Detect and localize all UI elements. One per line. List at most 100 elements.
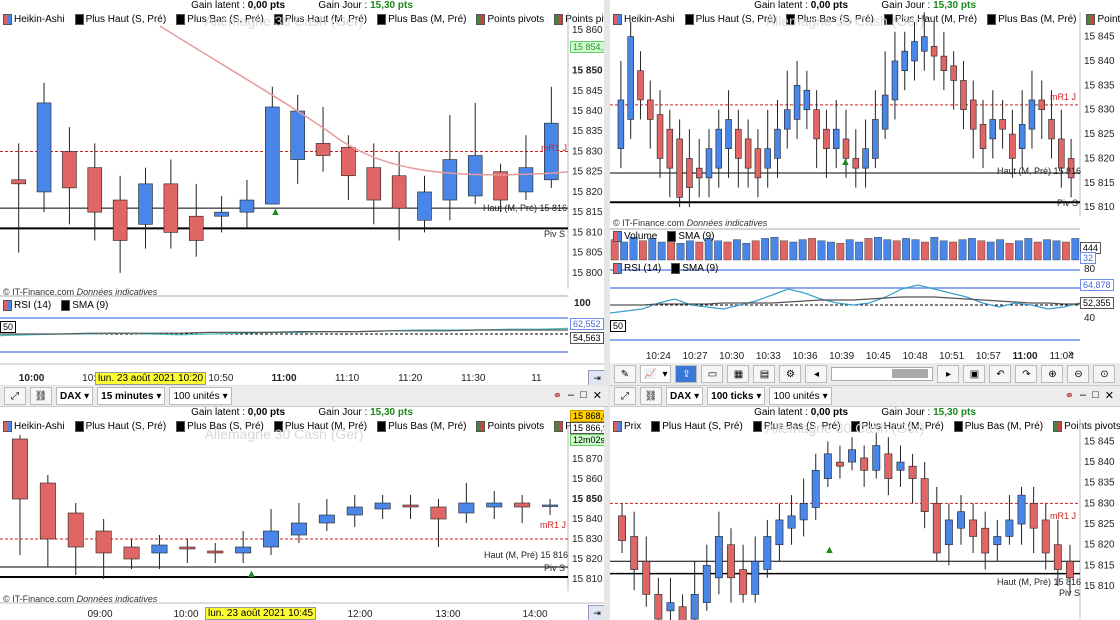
price-chart-top-left[interactable]: Allemagne 30 Cash (Ger) 15 860 15 850 15 84… [0,0,604,385]
bullish-candle [1018,124,1026,149]
volume-bar [761,238,769,261]
bullish-candle [214,211,229,217]
bullish-candle [265,106,280,205]
y-tick-label: 15 805 [572,248,603,259]
bullish-candle [518,167,534,193]
bearish-candle [62,151,77,189]
y-tick-label: 15 825 [1084,519,1115,530]
chart-pane-top-right[interactable]: Gain latent : 0,00 pts Gain Jour : 15,30… [610,0,1120,363]
legend-rsi[interactable]: RSI (14) [610,262,664,275]
bearish-candle [642,560,651,595]
chart-pane-bottom-left[interactable]: Gain latent : 0,00 pts Gain Jour : 15,30… [0,407,604,620]
bearish-candle [1058,138,1065,169]
volume-bar [996,239,1004,261]
timeframe-select[interactable]: 15 minutes ▾ [97,387,166,405]
y-tick-label: 15 860 [572,25,603,36]
volume-bar [1052,240,1061,261]
rsi-tick: 40 [1084,313,1096,324]
chart-pane-bottom-right[interactable]: Gain latent : 0,00 pts Gain Jour : 15,30… [610,407,1120,620]
last-price-tag: 15 854,2 [570,41,604,53]
bearish-candle [920,478,929,512]
snapshot-icon[interactable]: ▣ [963,365,986,383]
layout-icon[interactable]: ▤ [753,365,776,383]
mr1-label: mR1 J [1050,511,1077,521]
price-chart-bottom-right[interactable]: Allemagne 30 Cash (Ger) 15 845 15 840 15 83… [610,407,1120,620]
y-tick-label: 15 810 [572,574,603,585]
rsi-level-tag: 50 [0,321,17,333]
close-icon[interactable]: ✕ [593,389,602,402]
buy-signal-icon: ▲ [840,156,851,168]
timeframe-select[interactable]: 100 ticks ▾ [707,387,766,405]
bearish-candle [647,99,654,120]
bearish-candle [969,99,977,130]
legend-rsi[interactable]: RSI (14) [0,299,54,312]
legend-volume[interactable]: Volume [610,230,660,243]
x-tick-label: 10:00 [173,609,198,620]
maximize-icon[interactable]: □ [1092,389,1099,402]
legend-sma[interactable]: SMA (9) [58,299,111,312]
share-icon[interactable]: ⇪ [675,365,698,383]
scroll-end-button[interactable]: ⇥ [588,370,604,385]
bullish-candle [832,128,840,149]
units-select[interactable]: 100 unités ▾ [769,387,832,405]
legend-label: RSI (14) [624,263,662,274]
link-window-icon[interactable]: ⚭ [553,389,562,402]
price-chart-bottom-left[interactable]: Allemagne 30 Cash (Ger)15 88015 87015 86… [0,407,604,620]
comment-icon[interactable]: ▭ [701,365,724,383]
settings-icon[interactable]: ⚙ [779,365,802,383]
bearish-candle [1029,503,1038,529]
bearish-candle [727,544,735,579]
scroll-right-icon[interactable]: » [1068,348,1074,360]
price-chart-top-right[interactable]: Allemagne 30 Cash (Ger) 15 845 15 840 15 83… [610,0,1120,363]
volume-bar [620,241,628,261]
undo-icon[interactable]: ↶ [989,365,1012,383]
zoom-fit-icon[interactable]: ⊙ [1093,365,1116,383]
volume-bar [826,241,835,261]
draw-tools-icon[interactable]: ✎ [614,365,636,383]
bearish-candle [884,453,893,479]
volume-bar [695,241,704,261]
indicators-button[interactable]: 📈 ▾ [640,365,672,383]
bearish-candle [391,175,407,209]
minimize-icon[interactable]: – [1080,389,1086,402]
instrument-select[interactable]: DAX ▾ [56,387,94,405]
scrollbar-thumb[interactable] [892,369,929,378]
rsi-sma-tag: 54,563 [570,332,604,344]
zoom-in-icon[interactable]: ⊕ [1041,365,1064,383]
bearish-candle [207,550,224,554]
x-tick-label: 10:45 [866,351,891,362]
close-icon[interactable]: ✕ [1105,389,1114,402]
zoom-out-icon[interactable]: ⊖ [1067,365,1090,383]
volume-bar [864,238,873,261]
chart-pane-top-left[interactable]: Gain latent : 0,00 pts Gain Jour : 15,30… [0,0,604,385]
bullish-candle [774,128,781,159]
scroll-end-button[interactable]: ⇥ [588,605,604,620]
bullish-candle [872,119,879,159]
link-window-icon[interactable]: ⚭ [1065,389,1074,402]
instrument-select[interactable]: DAX ▾ [666,387,704,405]
minimize-icon[interactable]: – [568,389,574,402]
horizontal-scrollbar[interactable] [831,367,934,381]
fullscreen-icon[interactable]: ⤢ [614,387,636,405]
bearish-candle [695,167,703,179]
link-icon[interactable]: ⛓ [30,387,52,405]
legend-sma[interactable]: SMA (9) [664,230,717,243]
maximize-icon[interactable]: □ [580,389,587,402]
legend-sma[interactable]: SMA (9) [668,262,721,275]
fullscreen-icon[interactable]: ⤢ [4,387,26,405]
bearish-candle [678,606,687,620]
bearish-candle [630,536,639,570]
units-select[interactable]: 100 unités ▾ [169,387,232,405]
redo-icon[interactable]: ↷ [1015,365,1038,383]
link-icon[interactable]: ⛓ [640,387,662,405]
scroll-left-button[interactable]: ◂ [805,365,828,383]
y-tick-label: 15 835 [1084,478,1115,489]
bullish-candle [467,155,483,197]
y-tick-label: 15 830 [572,534,603,545]
calendar-icon[interactable]: ▦ [727,365,750,383]
bearish-candle [654,594,663,620]
chevron-down-icon: ▾ [84,390,90,402]
y-tick-label: 15 810 [1084,581,1115,592]
bullish-candle [957,511,965,529]
scroll-right-button[interactable]: ▸ [937,365,960,383]
